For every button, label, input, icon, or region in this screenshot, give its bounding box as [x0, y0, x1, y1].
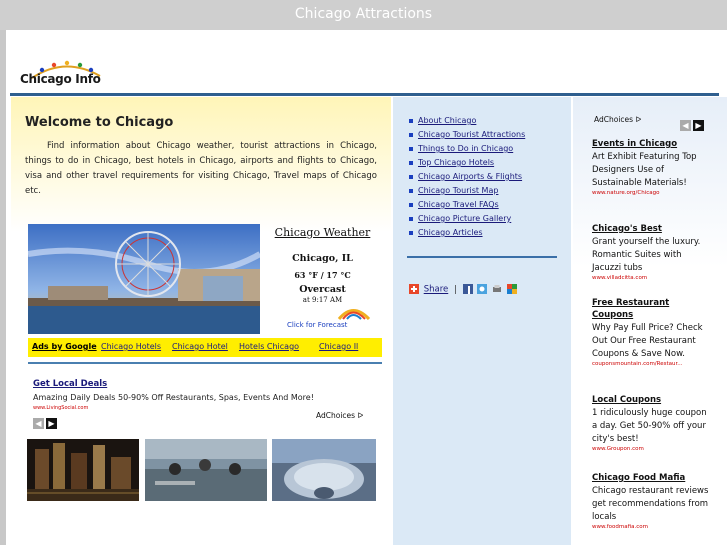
header-divider	[10, 93, 719, 96]
arrow-left-icon[interactable]: ◀	[680, 120, 691, 131]
weather-city: Chicago, IL	[292, 253, 353, 264]
arrow-right-icon[interactable]: ▶	[693, 120, 704, 131]
ad-title-link[interactable]: Local Coupons	[592, 394, 710, 406]
adchoices-link[interactable]: AdChoices ᐅ	[594, 115, 641, 124]
ads-by-google-link[interactable]: Ads by Google	[32, 342, 97, 351]
logo-text[interactable]: Chicago Info	[20, 72, 101, 86]
google-bookmark-icon[interactable]	[506, 284, 517, 294]
deal-carousel-controls: ◀ ▶	[33, 411, 59, 430]
twitter-icon[interactable]	[477, 284, 488, 294]
chicago-river-night-photo[interactable]	[27, 439, 139, 501]
divider	[28, 362, 382, 364]
ad-link[interactable]: Chicago Il	[319, 342, 358, 351]
ad-title-link[interactable]: Chicago's Best	[592, 223, 710, 235]
nav-item-things-to-do[interactable]: Things to Do in Chicago	[409, 143, 525, 157]
text-ad: Events in Chicago Art Exhibit Featuring …	[592, 138, 710, 196]
ad-text: 1 ridiculously huge coupon a day. Get 50…	[592, 408, 707, 444]
adchoices-link[interactable]: AdChoices ᐅ	[316, 411, 363, 420]
ad-url[interactable]: www.nature.org/Chicago	[592, 190, 710, 196]
arrow-left-icon[interactable]: ◀	[33, 418, 44, 429]
nav-item-gallery[interactable]: Chicago Picture Gallery	[409, 213, 525, 227]
nav-item-airports[interactable]: Chicago Airports & Flights	[409, 171, 525, 185]
weather-time: at 9:17 AM	[302, 296, 343, 304]
ad-title-link[interactable]: Free Restaurant Coupons	[592, 297, 710, 321]
ad-text: Grant yourself the luxury. Romantic Suit…	[592, 237, 701, 273]
weather-condition: Overcast	[299, 284, 346, 295]
weather-temperature: 63 °F / 17 °C	[294, 270, 351, 280]
text-ad: Local Coupons 1 ridiculously huge coupon…	[592, 394, 710, 452]
print-icon[interactable]	[492, 284, 502, 294]
adchoices-label: AdChoices	[316, 411, 356, 420]
nav-item-hotels[interactable]: Top Chicago Hotels	[409, 157, 525, 171]
weather-logo-icon	[337, 309, 371, 320]
share-separator: |	[453, 284, 457, 295]
ad-link[interactable]: Chicago Hotels	[101, 342, 161, 351]
ad-link[interactable]: Chicago Hotel	[172, 342, 228, 351]
window-titlebar: Chicago Attractions	[0, 0, 727, 30]
text-ad: Free Restaurant Coupons Why Pay Full Pri…	[592, 297, 710, 367]
nav-item-articles[interactable]: Chicago Articles	[409, 227, 525, 241]
cloud-gate-photo[interactable]	[272, 439, 376, 501]
google-ad-links: Ads by Google Chicago Hotels Chicago Hot…	[28, 338, 382, 357]
page-title: Welcome to Chicago	[25, 115, 174, 130]
nav-item-map[interactable]: Chicago Tourist Map	[409, 185, 525, 199]
share-plus-icon[interactable]	[409, 284, 419, 294]
sidebar-nav: About Chicago Chicago Tourist Attraction…	[393, 97, 571, 545]
nav-item-faqs[interactable]: Chicago Travel FAQs	[409, 199, 525, 213]
ad-url[interactable]: couponsmountain.com/Restaur...	[592, 361, 710, 367]
arrow-right-icon[interactable]: ▶	[46, 418, 57, 429]
right-ads-column: AdChoices ᐅ ◀ ▶ Events in Chicago Art Exh…	[573, 97, 727, 545]
weather-title-link[interactable]: Chicago Weather	[265, 226, 380, 239]
deal-title-link[interactable]: Get Local Deals	[33, 379, 107, 389]
share-bar: Share |	[409, 284, 519, 295]
window-title: Chicago Attractions	[294, 6, 433, 22]
share-link[interactable]: Share	[424, 285, 449, 295]
forecast-link[interactable]: Click for Forecast	[287, 321, 347, 329]
ad-text: Chicago restaurant reviews get recommend…	[592, 486, 709, 522]
nav-item-attractions[interactable]: Chicago Tourist Attractions	[409, 129, 525, 143]
ad-title-link[interactable]: Chicago Food Mafia	[592, 472, 710, 484]
intro-paragraph: Find information about Chicago weather, …	[25, 141, 377, 196]
nav-list: About Chicago Chicago Tourist Attraction…	[409, 115, 525, 241]
ad-title-link[interactable]: Events in Chicago	[592, 138, 710, 150]
weather-widget: Chicago Weather Chicago, IL 63 °F / 17 °…	[265, 224, 380, 334]
ad-url[interactable]: www.villadcitta.com	[592, 275, 710, 281]
adchoices-icon: ᐅ	[635, 115, 642, 124]
ad-link[interactable]: Hotels Chicago	[239, 342, 299, 351]
adchoices-label: AdChoices	[594, 115, 634, 124]
nav-item-about[interactable]: About Chicago	[409, 115, 525, 129]
page: Chicago Info Welcome to Chicago Find inf…	[6, 30, 727, 545]
adchoices-icon: ᐅ	[357, 411, 364, 420]
text-ad: Chicago Food Mafia Chicago restaurant re…	[592, 472, 710, 530]
ad-url[interactable]: www.Groupon.com	[592, 446, 710, 452]
ad-text: Why Pay Full Price? Check Out Our Free R…	[592, 323, 703, 359]
ad-url[interactable]: www.foodmafia.com	[592, 524, 710, 530]
navy-pier-photo	[28, 224, 260, 334]
text-ad: Chicago's Best Grant yourself the luxury…	[592, 223, 710, 281]
ad-text: Art Exhibit Featuring Top Designers Use …	[592, 152, 697, 188]
nav-divider	[407, 256, 557, 258]
right-carousel-controls: ◀ ▶	[680, 113, 706, 132]
main-content: Welcome to Chicago Find information abou…	[11, 97, 391, 545]
facebook-icon[interactable]	[462, 284, 473, 294]
skydeck-photo[interactable]	[145, 439, 267, 501]
deal-text: Amazing Daily Deals 50-90% Off Restauran…	[33, 393, 314, 402]
